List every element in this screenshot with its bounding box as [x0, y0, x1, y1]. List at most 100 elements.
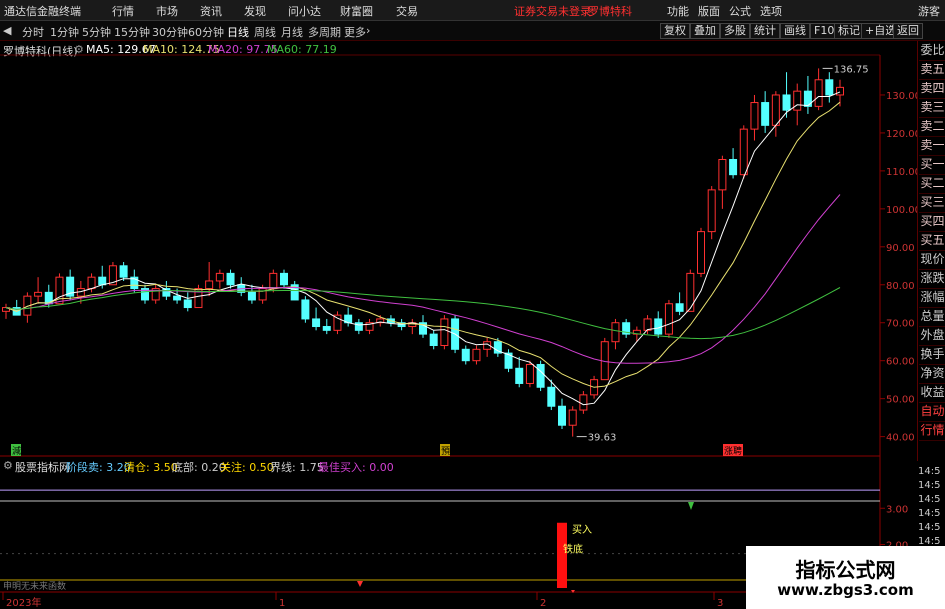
period-toolbar: ◀ 分时 1分钟 5分钟 15分钟 30分钟 60分钟 日线 周线 月线 多周期… [0, 21, 945, 41]
back-button[interactable]: 返回 [893, 23, 923, 39]
candle-body [686, 272, 695, 312]
candle-body [558, 405, 566, 426]
indicator-field-focus: 关注: 0.50 [220, 461, 274, 474]
menu-item-trade[interactable]: 交易 [396, 3, 418, 19]
quote-row-4: 卖二 [919, 117, 945, 137]
menu-item-quotes[interactable]: 行情 [112, 3, 134, 19]
candle-body [664, 303, 673, 335]
candle-body [536, 363, 545, 388]
candle-body [697, 231, 705, 274]
period-multi[interactable]: 多周期 [308, 24, 341, 40]
candle-body [301, 299, 310, 320]
ma10-line [5, 101, 841, 388]
menu-item-discover[interactable]: 发现 [244, 3, 266, 19]
watermark-title: 指标公式网 [795, 558, 896, 582]
quote-row-19[interactable]: 自动 [919, 402, 945, 422]
menu-item-market[interactable]: 市场 [156, 3, 178, 19]
more-chevron-icon[interactable]: › [366, 24, 370, 37]
indicator-settings-icon[interactable]: ⚙ [3, 459, 13, 472]
event-marker-0: 減 [12, 445, 21, 457]
menu-formula[interactable]: 公式 [729, 3, 751, 19]
y-tick-label: 50.00 [886, 395, 915, 406]
watermark-url: www.zbgs3.com [777, 581, 914, 599]
quote-row-5: 卖一 [919, 136, 945, 156]
quote-row-3: 卖三 [919, 98, 945, 118]
kline-chart[interactable]: 130.00 120.00 110.00 100.00 90.00 80.00 70.00 6… [0, 40, 945, 609]
multi-stock-button[interactable]: 多股 [720, 23, 750, 39]
candle-body [205, 280, 214, 290]
quote-side-panel: 委比 卖五 卖四 卖三 卖二 卖一 买一 买二 买三 买四 买五 现价 涨跌 涨幅 总量 外盘 换手 净资 收益 自动… [917, 41, 945, 461]
period-monthly[interactable]: 月线 [281, 24, 303, 40]
candle-body [354, 322, 363, 331]
trade-time-6: 14:5 [918, 508, 940, 519]
menu-layout[interactable]: 版面 [698, 3, 720, 19]
indicator-field-bestbuy: 最佳买入: 0.00 [318, 461, 394, 474]
y-tick-label: 110.00 [886, 167, 921, 178]
candle-body [707, 189, 716, 233]
period-30min[interactable]: 30分钟 [152, 24, 188, 40]
down-arrow-icon [357, 581, 363, 587]
menu-item-ask[interactable]: 问小达 [288, 3, 321, 19]
period-timeshare[interactable]: 分时 [22, 24, 44, 40]
period-weekly[interactable]: 周线 [254, 24, 276, 40]
period-5min[interactable]: 5分钟 [82, 24, 111, 40]
candle-body [643, 318, 652, 331]
candle-body [814, 79, 823, 107]
high-price-label: 136.75 [834, 64, 869, 75]
menu-bar: 通达信金融终端 行情 市场 资讯 发现 问小达 财富圈 交易 证券交易未登录 罗… [0, 0, 945, 21]
bottom-signal-label: 铁底 [563, 543, 583, 556]
adjust-button[interactable]: 复权 [660, 23, 690, 39]
y-tick-label: 100.00 [886, 205, 921, 216]
stats-button[interactable]: 统计 [750, 23, 780, 39]
user-label[interactable]: 游客 [918, 3, 940, 19]
low-price-label: 39.63 [588, 433, 617, 444]
candle-body [280, 272, 288, 286]
candle-body [247, 291, 256, 301]
login-warning[interactable]: 证券交易未登录 [514, 3, 591, 19]
draw-line-button[interactable]: 画线 [780, 23, 810, 39]
event-marker-1: 預 [441, 446, 450, 457]
candle-body [429, 333, 438, 347]
period-60min[interactable]: 60分钟 [188, 24, 224, 40]
ind-tick-label: 3.00 [886, 504, 908, 515]
candle-body [739, 128, 748, 176]
time-label-0: 2023年 [6, 596, 41, 609]
mark-button[interactable]: 标记 [834, 23, 864, 39]
menu-options[interactable]: 选项 [760, 3, 782, 19]
candle-body [34, 291, 43, 297]
indicator-name[interactable]: 股票指标网 [15, 459, 70, 475]
candle-body [515, 367, 524, 384]
toolbar-left-arrow-icon[interactable]: ◀ [3, 24, 11, 37]
quote-row-12: 涨跌 [919, 269, 945, 289]
menu-item-news[interactable]: 资讯 [200, 3, 222, 19]
candle-body [793, 90, 802, 111]
candle-body [461, 348, 470, 362]
candle-body [771, 94, 780, 126]
menu-function[interactable]: 功能 [667, 3, 689, 19]
candle-body [547, 386, 556, 407]
quote-row-15: 外盘 [919, 326, 945, 346]
period-1min[interactable]: 1分钟 [50, 24, 79, 40]
indicator-field-bottom: 底部: 0.20 [172, 461, 226, 474]
buy-signal-label: 买入 [572, 524, 592, 536]
candle-body [611, 322, 620, 343]
period-15min[interactable]: 15分钟 [114, 24, 150, 40]
period-daily[interactable]: 日线 [227, 24, 249, 40]
time-label-2: 2 [540, 598, 546, 609]
quote-row-7: 买二 [919, 174, 945, 194]
candle-body [440, 318, 449, 347]
overlay-button[interactable]: 叠加 [690, 23, 720, 39]
menu-item-wealth[interactable]: 财富圈 [340, 3, 373, 19]
candle-body [782, 94, 791, 111]
candle-body [525, 363, 534, 384]
event-marker-2: 涨聘 [724, 445, 742, 457]
trade-time-4: 14:5 [918, 480, 940, 491]
quote-row-8: 买三 [919, 193, 945, 213]
y-tick-label: 120.00 [886, 129, 921, 140]
candle-body [750, 102, 759, 130]
ma5-line [5, 91, 841, 406]
candle-body [322, 326, 331, 331]
time-label-3: 3 [717, 598, 723, 609]
quote-row-20[interactable]: 行情 [919, 421, 945, 441]
period-more[interactable]: 更多 [344, 24, 366, 40]
